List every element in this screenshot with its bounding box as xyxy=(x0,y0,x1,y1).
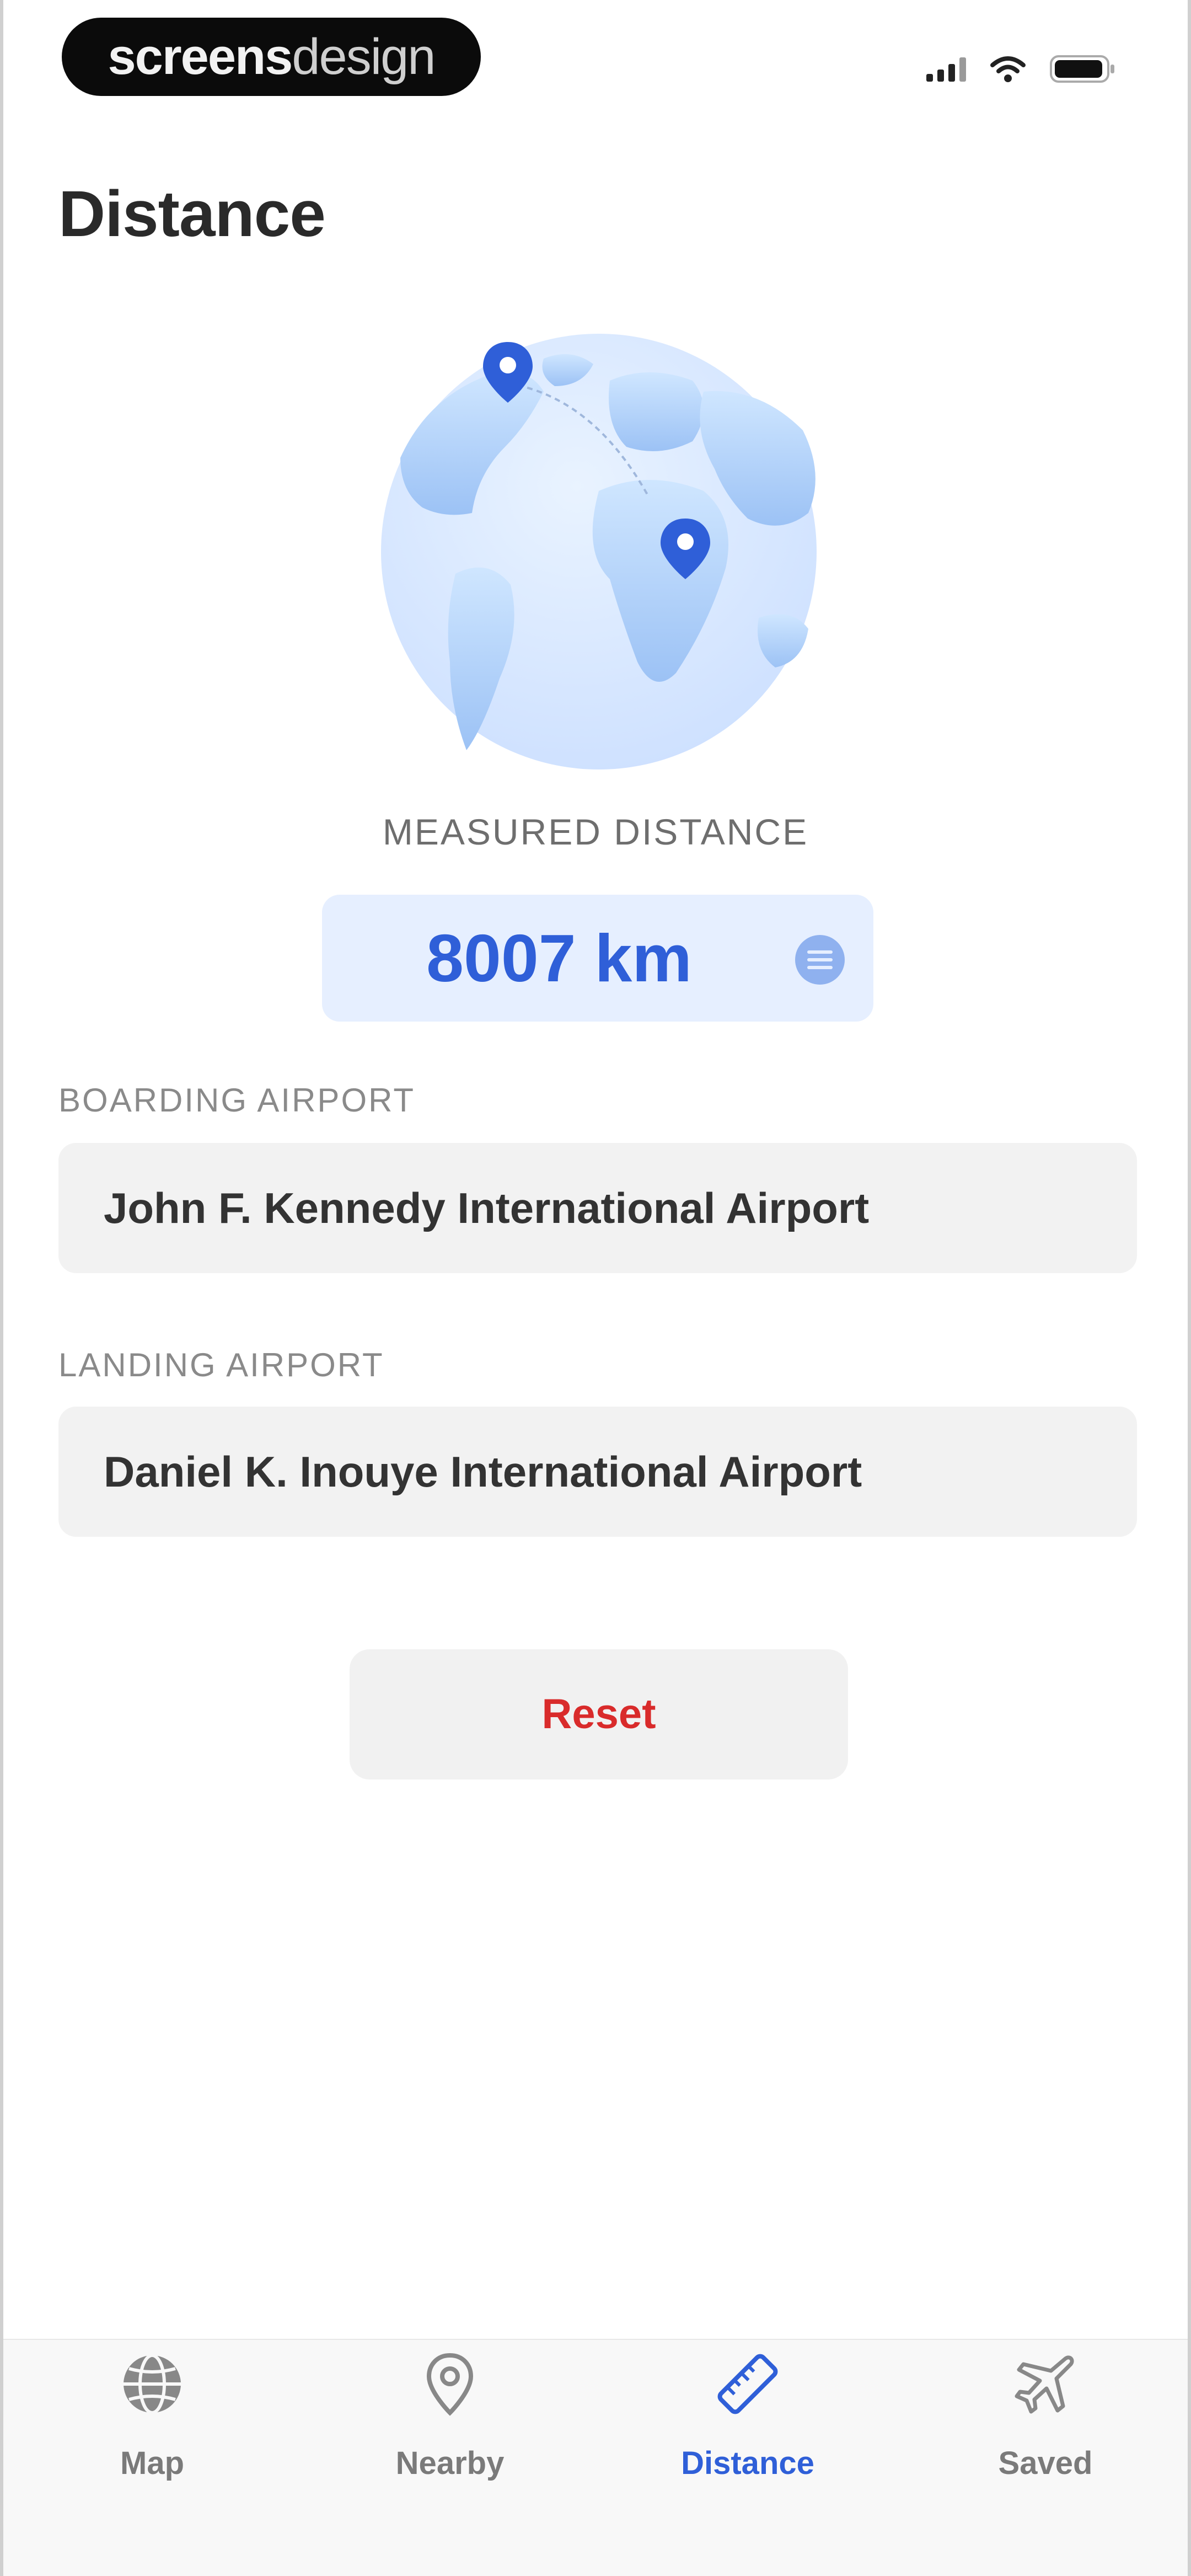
tab-nearby[interactable]: Nearby xyxy=(301,2340,599,2505)
ruler-icon xyxy=(717,2354,778,2414)
globe-icon xyxy=(124,2354,181,2414)
battery-icon xyxy=(1050,55,1114,83)
status-bar: screensdesign xyxy=(3,0,1188,116)
tab-label-nearby: Nearby xyxy=(395,2445,505,2481)
unit-switch-icon[interactable] xyxy=(795,935,845,985)
distance-screen: screensdesign Distance MEASURED DISTANCE… xyxy=(0,0,1191,2576)
brand-text-light: design xyxy=(292,29,436,85)
airplane-icon xyxy=(1015,2355,1074,2414)
landing-airport-label: LANDING AIRPORT xyxy=(58,1346,384,1383)
tab-bar: Map Nearby Distance Saved xyxy=(3,2339,1188,2576)
landing-airport-field[interactable]: Daniel K. Inouye International Airport xyxy=(58,1407,1137,1537)
tab-label-map: Map xyxy=(120,2445,184,2481)
globe-illustration xyxy=(362,331,836,772)
wifi-icon xyxy=(990,56,1026,82)
tab-distance[interactable]: Distance xyxy=(599,2340,897,2505)
page-title: Distance xyxy=(58,178,326,250)
location-pin-icon xyxy=(426,2353,474,2416)
tab-label-saved: Saved xyxy=(998,2445,1093,2481)
cellular-signal-icon xyxy=(926,56,966,82)
tab-label-distance: Distance xyxy=(681,2445,814,2481)
boarding-airport-label: BOARDING AIRPORT xyxy=(58,1082,416,1119)
brand-text-bold: screens xyxy=(108,29,293,85)
reset-button[interactable]: Reset xyxy=(350,1649,848,1779)
distance-display: 8007 km xyxy=(322,895,873,1022)
distance-value: 8007 km xyxy=(426,921,692,996)
tab-saved[interactable]: Saved xyxy=(897,2340,1188,2505)
status-icons xyxy=(926,50,1116,88)
boarding-airport-field[interactable]: John F. Kennedy International Airport xyxy=(58,1143,1137,1273)
tab-map[interactable]: Map xyxy=(3,2340,301,2505)
measured-distance-label: MEASURED DISTANCE xyxy=(382,811,809,852)
brand-logo: screensdesign xyxy=(62,18,481,96)
